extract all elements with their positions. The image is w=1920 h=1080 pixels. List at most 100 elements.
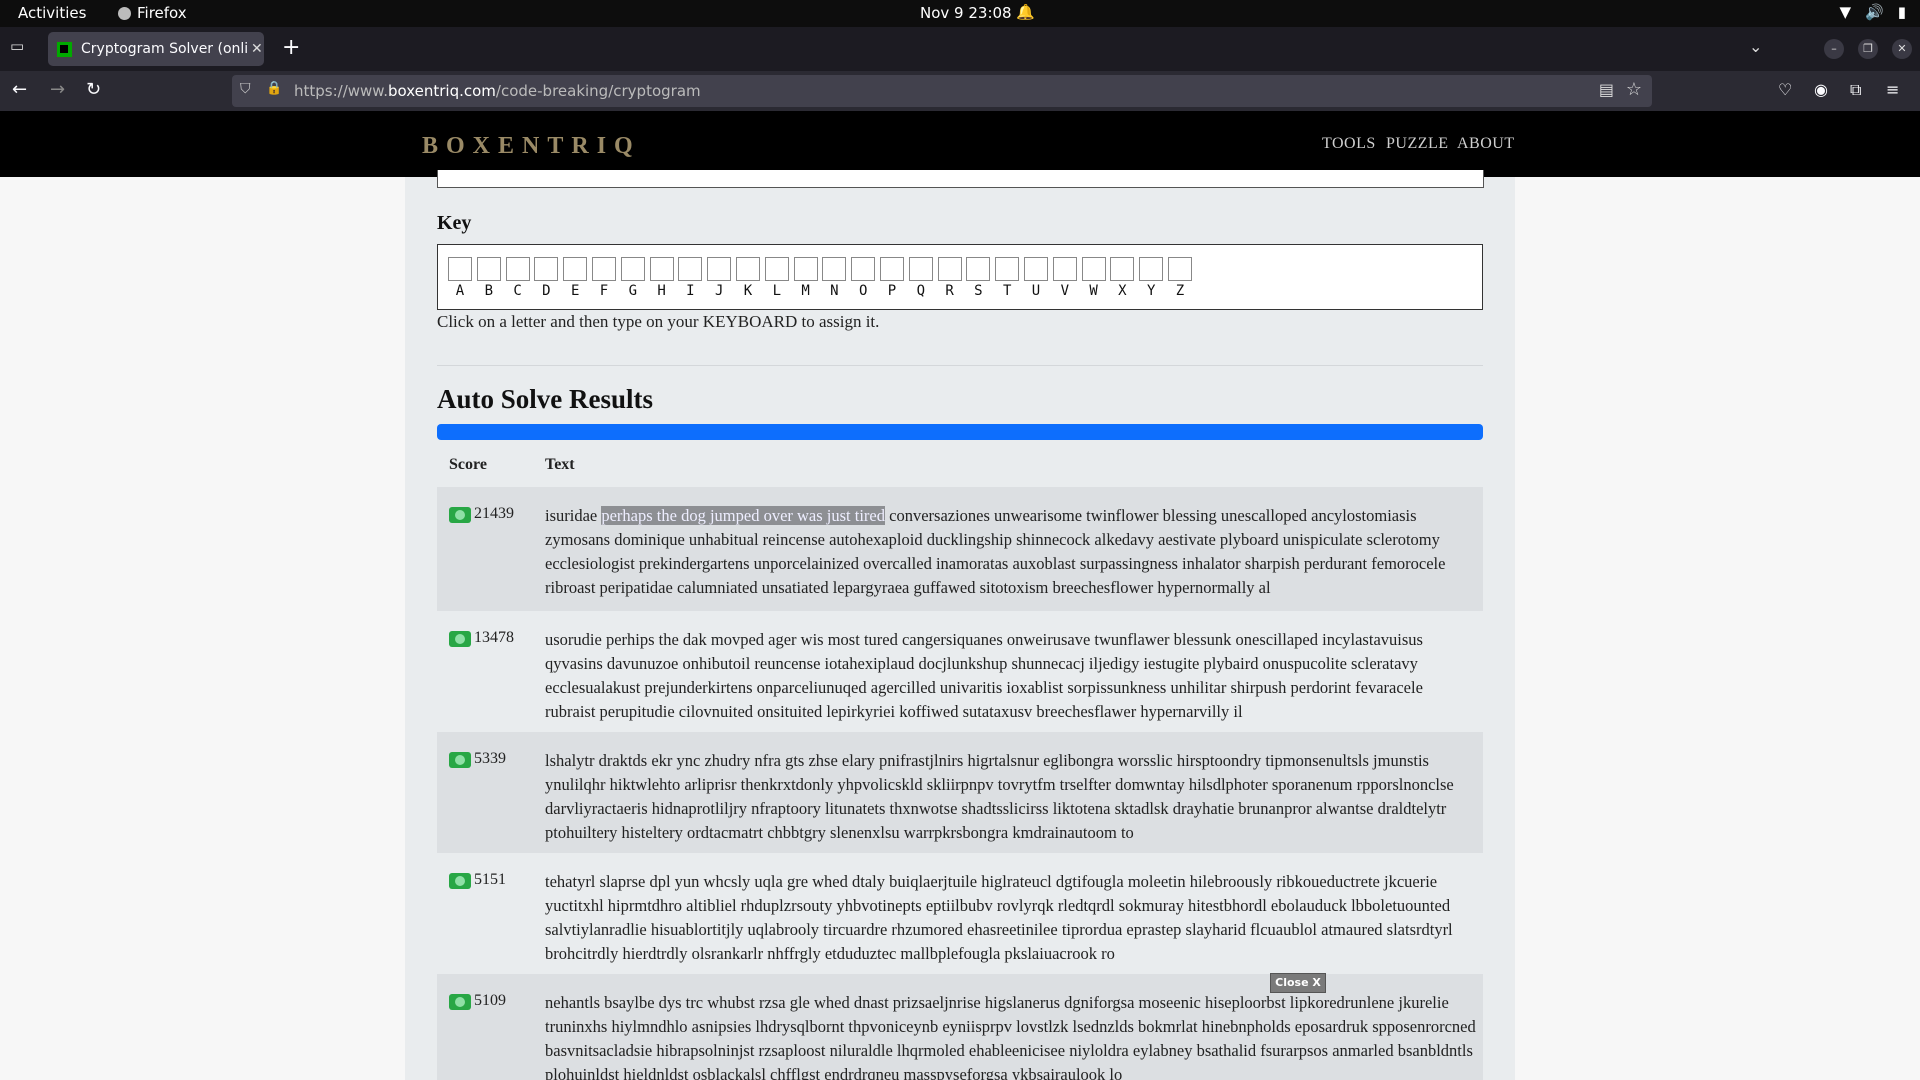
chevron-down-icon[interactable]: ⌄ — [1749, 37, 1762, 56]
key-cell-m[interactable]: M — [793, 257, 818, 299]
result-row[interactable]: 5339 lshalytr draktds ekr ync zhudry nfr… — [437, 732, 1483, 853]
close-tab-icon[interactable]: ✕ — [251, 41, 263, 57]
key-input-y[interactable] — [1139, 257, 1164, 281]
nav-about[interactable]: ABOUT — [1457, 135, 1515, 153]
result-text: lshalytr draktds ekr ync zhudry nfra gts… — [545, 751, 1454, 842]
key-cell-f[interactable]: F — [592, 257, 616, 299]
selected-text: perhaps the dog jumped over was just tir… — [601, 506, 886, 525]
key-input-q[interactable] — [908, 257, 933, 281]
site-logo[interactable]: BOXENTRIQ — [422, 133, 641, 160]
key-input-v[interactable] — [1052, 257, 1077, 281]
apply-solution-icon[interactable] — [449, 994, 471, 1010]
shield-icon[interactable]: ⛉ — [240, 81, 251, 97]
key-input-e[interactable] — [563, 257, 588, 281]
apply-solution-icon[interactable] — [449, 752, 471, 768]
key-cell-l[interactable]: L — [764, 257, 789, 299]
key-cell-e[interactable]: E — [563, 257, 588, 299]
key-cell-w[interactable]: W — [1081, 257, 1106, 299]
key-input-b[interactable] — [476, 257, 501, 281]
key-cell-s[interactable]: S — [966, 257, 991, 299]
key-cell-x[interactable]: X — [1110, 257, 1135, 299]
ciphertext-input-bottom[interactable] — [437, 170, 1484, 188]
key-cell-j[interactable]: J — [707, 257, 732, 299]
nav-tools[interactable]: TOOLS — [1322, 135, 1376, 153]
key-cell-h[interactable]: H — [649, 257, 674, 299]
key-cell-r[interactable]: R — [937, 257, 962, 299]
menu-icon[interactable]: ≡ — [1886, 80, 1899, 99]
nav-puzzle[interactable]: PUZZLE — [1386, 135, 1449, 153]
key-input-g[interactable] — [620, 257, 645, 281]
key-cell-v[interactable]: V — [1052, 257, 1077, 299]
account-icon[interactable]: ◉ — [1814, 80, 1828, 99]
key-input-n[interactable] — [822, 257, 847, 281]
system-tray[interactable]: ▼ 🔊 ▮ — [1840, 3, 1907, 21]
key-input-a[interactable] — [448, 257, 472, 281]
tab-list-icon[interactable]: ▭ — [10, 37, 30, 57]
bookmark-star-icon[interactable]: ☆ — [1626, 79, 1642, 100]
key-cell-b[interactable]: B — [476, 257, 501, 299]
result-row[interactable]: 5109 nehantls bsaylbe dys trc whubst rzs… — [437, 974, 1483, 1080]
forward-icon[interactable]: → — [50, 79, 65, 100]
key-cell-i[interactable]: I — [678, 257, 703, 299]
url-text[interactable]: https://www.boxentriq.com/code-breaking/… — [294, 82, 701, 100]
key-cell-z[interactable]: Z — [1168, 257, 1192, 299]
key-input-i[interactable] — [678, 257, 703, 281]
key-cell-k[interactable]: K — [736, 257, 760, 299]
key-input-k[interactable] — [736, 257, 760, 281]
reader-view-icon[interactable]: ▤ — [1599, 80, 1614, 99]
address-bar[interactable]: ⛉ 🔒 https://www.boxentriq.com/code-break… — [232, 75, 1652, 107]
key-letter-label: G — [628, 283, 638, 299]
key-input-h[interactable] — [649, 257, 674, 281]
key-cell-q[interactable]: Q — [908, 257, 933, 299]
result-row[interactable]: 13478 usorudie perhips the dak movped ag… — [437, 611, 1483, 732]
pocket-icon[interactable]: ♡ — [1778, 80, 1792, 99]
key-letter-label: C — [513, 283, 522, 299]
key-input-j[interactable] — [707, 257, 732, 281]
key-cell-a[interactable]: A — [448, 257, 472, 299]
key-letter-label: Z — [1175, 283, 1185, 299]
key-input-f[interactable] — [592, 257, 616, 281]
key-letter-label: I — [686, 283, 695, 299]
key-input-s[interactable] — [966, 257, 991, 281]
close-window-icon[interactable]: ✕ — [1892, 39, 1912, 59]
result-text: nehantls bsaylbe dys trc whubst rzsa gle… — [545, 993, 1476, 1080]
key-cell-g[interactable]: G — [620, 257, 645, 299]
key-cell-t[interactable]: T — [995, 257, 1020, 299]
tab-cryptogram[interactable]: Cryptogram Solver (onlin ✕ — [48, 32, 264, 66]
activities-button[interactable]: Activities — [18, 4, 86, 22]
key-input-z[interactable] — [1168, 257, 1192, 281]
clock[interactable]: Nov 9 23:08 — [920, 4, 1012, 22]
result-row[interactable]: 21439 isuridae perhaps the dog jumped ov… — [437, 487, 1483, 611]
key-input-m[interactable] — [793, 257, 818, 281]
apply-solution-icon[interactable] — [449, 507, 471, 523]
restore-icon[interactable]: ❐ — [1858, 39, 1878, 59]
key-input-c[interactable] — [505, 257, 530, 281]
key-input-o[interactable] — [851, 257, 876, 281]
apply-solution-icon[interactable] — [449, 631, 471, 647]
key-cell-c[interactable]: C — [505, 257, 530, 299]
key-cell-u[interactable]: U — [1024, 257, 1048, 299]
key-cell-p[interactable]: P — [880, 257, 904, 299]
minimize-icon[interactable]: – — [1824, 39, 1844, 59]
key-input-u[interactable] — [1024, 257, 1048, 281]
close-popup-button[interactable]: Close X — [1270, 973, 1326, 993]
key-input-p[interactable] — [880, 257, 904, 281]
key-input-d[interactable] — [534, 257, 559, 281]
result-row[interactable]: 5151 tehatyrl slaprse dpl yun whcsly uql… — [437, 853, 1483, 974]
reload-icon[interactable]: ↻ — [86, 79, 101, 100]
extensions-icon[interactable]: ⧉ — [1850, 80, 1861, 100]
key-input-t[interactable] — [995, 257, 1020, 281]
key-cell-o[interactable]: O — [851, 257, 876, 299]
lock-icon[interactable]: 🔒 — [266, 81, 282, 96]
key-cell-y[interactable]: Y — [1139, 257, 1164, 299]
key-cell-d[interactable]: D — [534, 257, 559, 299]
apply-solution-icon[interactable] — [449, 873, 471, 889]
key-input-l[interactable] — [764, 257, 789, 281]
key-input-x[interactable] — [1110, 257, 1135, 281]
key-cell-n[interactable]: N — [822, 257, 847, 299]
key-input-w[interactable] — [1081, 257, 1106, 281]
new-tab-button[interactable]: + — [282, 35, 300, 60]
back-icon[interactable]: ← — [12, 79, 27, 100]
key-input-r[interactable] — [937, 257, 962, 281]
app-menu[interactable]: Firefox — [118, 4, 187, 22]
